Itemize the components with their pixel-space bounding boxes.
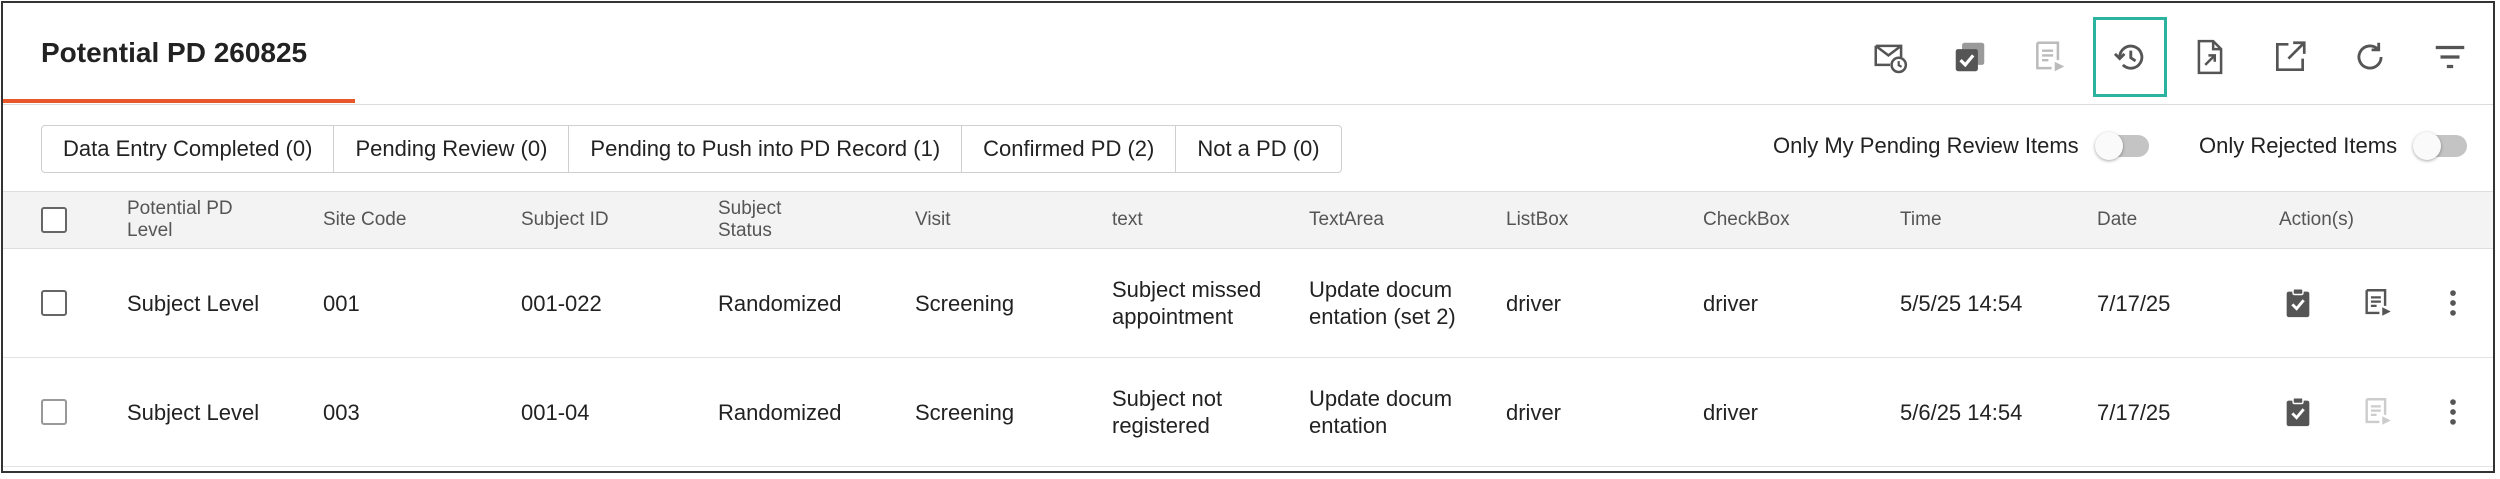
more-vertical-icon [2450,290,2456,316]
bulk-approve-icon [1955,42,1985,72]
approve-action-button[interactable] [2273,249,2323,357]
cell-level: Subject Level [127,399,260,425]
history-button[interactable] [2093,17,2167,97]
filter-icon [2435,45,2465,69]
cell-checkbox: driver [1703,290,1759,316]
approve-action-button[interactable] [2273,358,2323,466]
email-schedule-button[interactable] [1853,17,1927,97]
filter-pending-review[interactable]: Pending Review (0) [334,126,570,172]
table-row[interactable]: Subject Level 001 001-022 Randomized Scr… [3,249,2493,358]
bulk-approve-button[interactable] [1933,17,2007,97]
toggle-knob [2413,132,2442,160]
pending-review-toggle-group: Only My Pending Review Items [1773,132,2149,160]
cell-visit: Screening [915,290,1015,316]
cell-checkbox: driver [1703,399,1759,425]
toolbar [1853,17,2493,97]
filter-pending-push[interactable]: Pending to Push into PD Record (1) [569,126,963,172]
open-external-button[interactable] [2253,17,2327,97]
cell-time: 5/6/25 14:54 [1900,399,2023,425]
table-header: Potential PD Level Site Code Subject ID … [3,191,2493,249]
export-file-icon [2197,39,2223,75]
push-action-button[interactable] [2353,249,2403,357]
select-all-checkbox[interactable] [41,207,67,233]
push-review-icon [2365,289,2391,316]
cell-subject-status: Randomized [718,399,842,425]
cell-subject-id: 001-04 [521,399,590,425]
header-visit[interactable]: Visit [915,192,951,248]
panel-header: Potential PD 260825 [3,3,2493,105]
cell-listbox: driver [1506,399,1562,425]
cell-listbox: driver [1506,290,1562,316]
clipboard-check-icon [2286,288,2310,318]
cell-site-code: 001 [323,290,360,316]
refresh-button[interactable] [2333,17,2407,97]
history-icon [2113,44,2144,70]
filter-button[interactable] [2413,17,2487,97]
filter-confirmed-pd[interactable]: Confirmed PD (2) [962,126,1177,172]
row-select-checkbox[interactable] [41,290,67,316]
row-select-cell [41,358,67,466]
status-filter-group: Data Entry Completed (0) Pending Review … [41,125,1342,173]
header-subject-status[interactable]: Subject Status [718,192,828,248]
cell-time: 5/5/25 14:54 [1900,290,2023,316]
more-vertical-icon [2450,399,2456,425]
open-external-icon [2275,41,2306,72]
header-subject-id[interactable]: Subject ID [521,192,609,248]
filter-not-a-pd[interactable]: Not a PD (0) [1176,126,1340,172]
refresh-icon [2357,42,2383,70]
cell-subject-id: 001-022 [521,290,602,316]
header-text[interactable]: text [1112,192,1143,248]
email-schedule-icon [1874,44,1908,74]
select-all-cell [41,192,67,248]
title-underline [3,99,355,103]
pending-review-toggle-label: Only My Pending Review Items [1773,133,2079,158]
potential-pd-panel: Potential PD 260825 Data Entry Completed… [1,1,2495,473]
header-site-code[interactable]: Site Code [323,192,406,248]
cell-textarea: Update documentation [1309,386,1453,438]
clipboard-check-icon [2286,397,2310,427]
table-row[interactable]: Subject Level 003 001-04 Randomized Scre… [3,358,2493,467]
page-title: Potential PD 260825 [41,37,308,68]
pending-review-toggle[interactable] [2094,132,2149,160]
header-date[interactable]: Date [2097,192,2137,248]
cell-subject-status: Randomized [718,290,842,316]
toggle-knob [2094,132,2123,160]
header-listbox[interactable]: ListBox [1506,192,1568,248]
pd-table: Potential PD Level Site Code Subject ID … [3,191,2493,467]
header-checkbox[interactable]: CheckBox [1703,192,1790,248]
cell-date: 7/17/25 [2097,290,2171,316]
cell-text: Subject not registered [1112,386,1223,438]
row-select-cell [41,249,67,357]
header-actions: Action(s) [2279,209,2354,230]
cell-visit: Screening [915,399,1015,425]
rejected-toggle-group: Only Rejected Items [2199,132,2468,160]
push-action-button-disabled [2353,358,2403,466]
row-select-checkbox[interactable] [41,399,67,425]
filter-data-entry-completed[interactable]: Data Entry Completed (0) [42,126,335,172]
rejected-toggle[interactable] [2413,132,2468,160]
cell-site-code: 003 [323,399,360,425]
cell-text: Subject missed appointment [1112,277,1262,329]
export-file-button[interactable] [2173,17,2247,97]
push-review-icon [2365,398,2391,425]
header-time[interactable]: Time [1900,192,1942,248]
cell-level: Subject Level [127,290,260,316]
more-actions-button[interactable] [2433,358,2473,466]
cell-textarea: Update documentation (set 2) [1309,277,1456,329]
push-review-button[interactable] [2013,17,2087,97]
rejected-toggle-label: Only Rejected Items [2199,133,2398,158]
push-review-icon [2036,41,2065,72]
cell-date: 7/17/25 [2097,399,2171,425]
more-actions-button[interactable] [2433,249,2473,357]
header-textarea[interactable]: TextArea [1309,192,1384,248]
header-potential-pd-level[interactable]: Potential PD Level [127,192,277,248]
